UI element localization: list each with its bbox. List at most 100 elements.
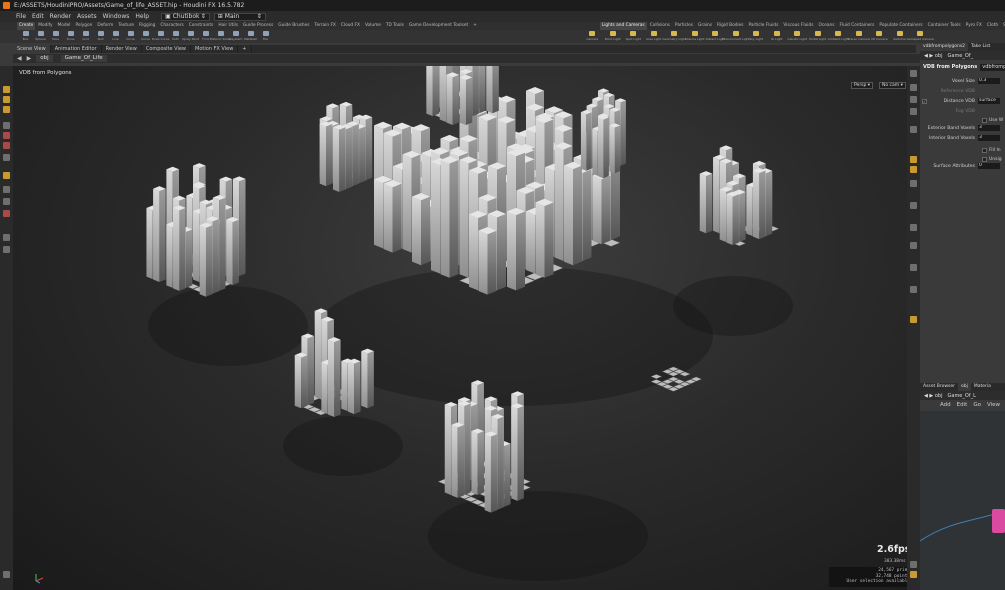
shelf-tab[interactable]: Oceans (816, 22, 836, 30)
shelf-tool[interactable]: Geometry Light (663, 30, 686, 43)
pane-tab[interactable]: Motion FX View (191, 45, 239, 53)
shelf-tool[interactable]: Portal Light (808, 30, 829, 43)
network-menu-edit[interactable]: Edit (957, 402, 968, 408)
shelf-tab[interactable]: Characters (158, 22, 185, 30)
shelf-tool[interactable]: Environment Light (722, 30, 750, 43)
tab-parameters[interactable]: vdbfrompolygons2 (920, 43, 969, 51)
shelf-tab[interactable]: Guide Process (241, 22, 275, 30)
dolly-tool-icon[interactable] (3, 234, 10, 241)
network-menu-add[interactable]: Add (940, 402, 951, 408)
shelf-tab[interactable]: Pyro FX (964, 22, 984, 30)
shelf-tab[interactable]: Polygon (73, 22, 94, 30)
info-icon[interactable] (910, 561, 917, 568)
pane-tab[interactable]: Scene View (13, 45, 51, 53)
network-path-node[interactable]: Game_Of_L (948, 393, 976, 399)
shelf-tab[interactable]: Container Tools (926, 22, 963, 30)
overlay-icon[interactable] (910, 264, 917, 271)
pane-tab[interactable]: Composite View (142, 45, 191, 53)
shelf-tab[interactable]: Game Development Toolset (407, 22, 470, 30)
menu-file[interactable]: File (16, 13, 26, 20)
background-icon[interactable] (910, 224, 917, 231)
shelf-tool[interactable]: File (258, 30, 273, 43)
back-arrow-icon[interactable]: ◀ ▶ (924, 393, 935, 399)
shelf-tab[interactable]: Fluid Containers (837, 22, 876, 30)
home-tool-icon[interactable] (3, 571, 10, 578)
option-checkbox[interactable] (982, 117, 987, 123)
shelf-tool[interactable]: Caustic Light (787, 30, 808, 43)
ghost-icon[interactable] (910, 126, 917, 133)
shelf-tab[interactable]: Rigid Bodies (715, 22, 746, 30)
light-link-icon[interactable] (910, 316, 917, 323)
back-arrow-icon[interactable]: ◀ (17, 55, 22, 62)
shelf-tool[interactable]: Tube (48, 30, 63, 43)
shelf-tool[interactable]: Box (18, 30, 33, 43)
shelf-tool[interactable]: Camera (582, 30, 603, 43)
tab-asset-browser[interactable]: Asset Browser (920, 383, 958, 391)
layout-selector[interactable]: ⊞ Main ⇕ (213, 12, 266, 21)
shelf-tool[interactable]: Point Light (603, 30, 624, 43)
pane-tab[interactable]: Animation Editor (51, 45, 102, 53)
scene-viewport[interactable]: VDB from Polygons Persp ▾ No cam ▾ 2.6fp… (13, 66, 920, 590)
param-option[interactable]: Fill In (982, 146, 1005, 154)
back-arrow-icon[interactable]: ◀ ▶ (924, 53, 935, 59)
shelf-tab[interactable]: Volume (363, 22, 383, 30)
param-option[interactable]: Use W (982, 116, 1005, 124)
wireframe-icon[interactable] (910, 96, 917, 103)
menu-render[interactable]: Render (50, 13, 71, 20)
lighting-icon[interactable] (910, 108, 917, 115)
display-options-icon[interactable] (910, 70, 917, 77)
shelf-tool[interactable]: Stereo Camera (848, 30, 870, 43)
shelf-tab[interactable]: Texture (116, 22, 136, 30)
shelf-tab[interactable]: Rigging (137, 22, 157, 30)
menu-edit[interactable]: Edit (32, 13, 44, 20)
option-checkbox[interactable] (982, 156, 987, 162)
forward-arrow-icon[interactable]: ▶ (27, 55, 32, 62)
shelf-tab[interactable]: Collisions (648, 22, 672, 30)
shelf-tool[interactable]: Null (93, 30, 108, 43)
guide-icon[interactable] (910, 242, 917, 249)
shelf-tool[interactable]: Area Light (644, 30, 665, 43)
tab-material[interactable]: Materia (971, 383, 994, 391)
lasso-tool-icon[interactable] (3, 198, 10, 205)
select-tool-icon[interactable] (3, 86, 10, 93)
tab-take-list[interactable]: Take List (968, 43, 993, 51)
shelf-tab[interactable]: Create (17, 22, 36, 30)
shelf-tab[interactable]: Hair Utils (216, 22, 240, 30)
tab-network-obj[interactable]: obj (957, 383, 971, 391)
shelf-tab[interactable]: Grains (696, 22, 714, 30)
shading-mode-icon[interactable] (910, 84, 917, 91)
snapshot-icon[interactable] (910, 571, 917, 578)
transform-tool-icon[interactable] (3, 96, 10, 103)
shelf-tool[interactable]: L-System (228, 30, 243, 43)
paint-tool-icon[interactable] (3, 210, 10, 217)
view-tool-icon[interactable] (3, 154, 10, 161)
menu-help[interactable]: Help (135, 13, 149, 20)
param-value-field[interactable]: 3 (978, 125, 1000, 131)
shelf-tool[interactable]: GI Light (767, 30, 788, 43)
magnet-tool-icon[interactable] (3, 186, 10, 193)
param-value-field[interactable]: 3 (978, 135, 1000, 141)
pane-tab[interactable]: Render View (102, 45, 142, 53)
shelf-tool[interactable]: Gamepad Camera (907, 30, 934, 43)
shelf-tool[interactable]: Torus (63, 30, 78, 43)
point-display-icon[interactable] (910, 166, 917, 173)
param-path-network[interactable]: Game_Of_ (948, 53, 974, 59)
shelf-tab[interactable]: TD Tools (384, 22, 406, 30)
network-node[interactable] (992, 509, 1005, 533)
shelf-tool[interactable]: Sky Light (746, 30, 767, 43)
shelf-tab[interactable]: Terrain FX (313, 22, 338, 30)
shelf-tool[interactable]: Line (108, 30, 123, 43)
normals-icon[interactable] (910, 180, 917, 187)
network-editor-canvas[interactable] (920, 411, 1005, 590)
shelf-tab[interactable]: Solid (1001, 22, 1005, 30)
shelf-tool[interactable]: Draw Curve (152, 30, 169, 43)
shelf-tab[interactable]: Deform (95, 22, 115, 30)
param-option[interactable]: Unsig (982, 155, 1005, 163)
shelf-tool[interactable]: Sphere (33, 30, 48, 43)
network-path-context[interactable]: obj (935, 393, 943, 399)
snap-tool-icon[interactable] (3, 172, 10, 179)
shelf-tool[interactable]: Path (168, 30, 183, 43)
shelf-tool[interactable]: Spray Paint (182, 30, 199, 43)
shelf-tab[interactable]: Viscous Fluids (781, 22, 815, 30)
camera-tool-icon[interactable] (3, 246, 10, 253)
